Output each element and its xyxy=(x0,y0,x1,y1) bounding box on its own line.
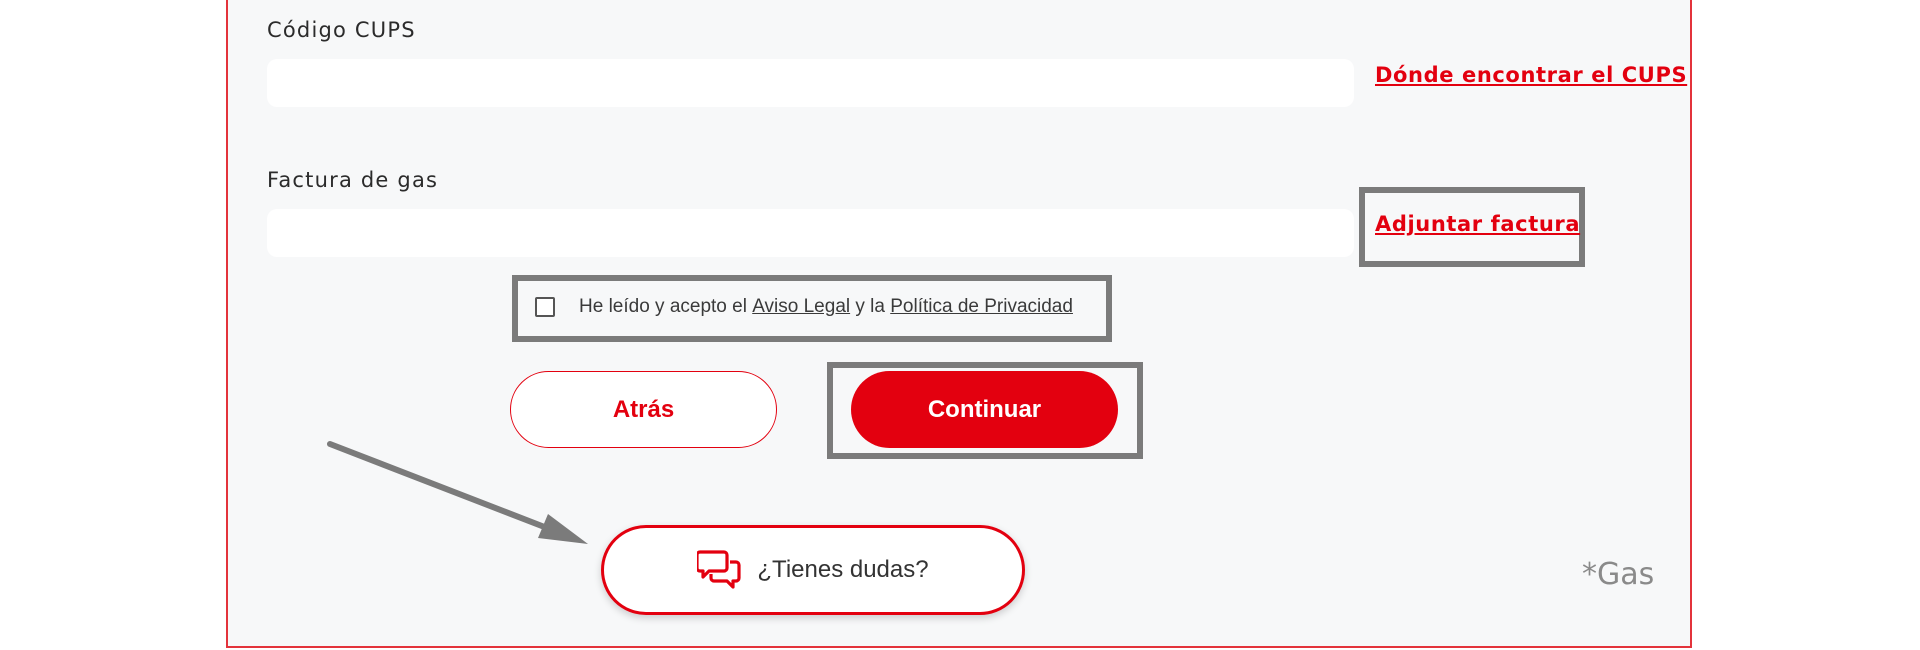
chat-bubbles-icon xyxy=(697,548,743,592)
gas-footnote: *Gas xyxy=(1582,557,1655,592)
help-button[interactable]: ¿Tienes dudas? xyxy=(601,525,1025,615)
help-label: ¿Tienes dudas? xyxy=(757,556,929,583)
